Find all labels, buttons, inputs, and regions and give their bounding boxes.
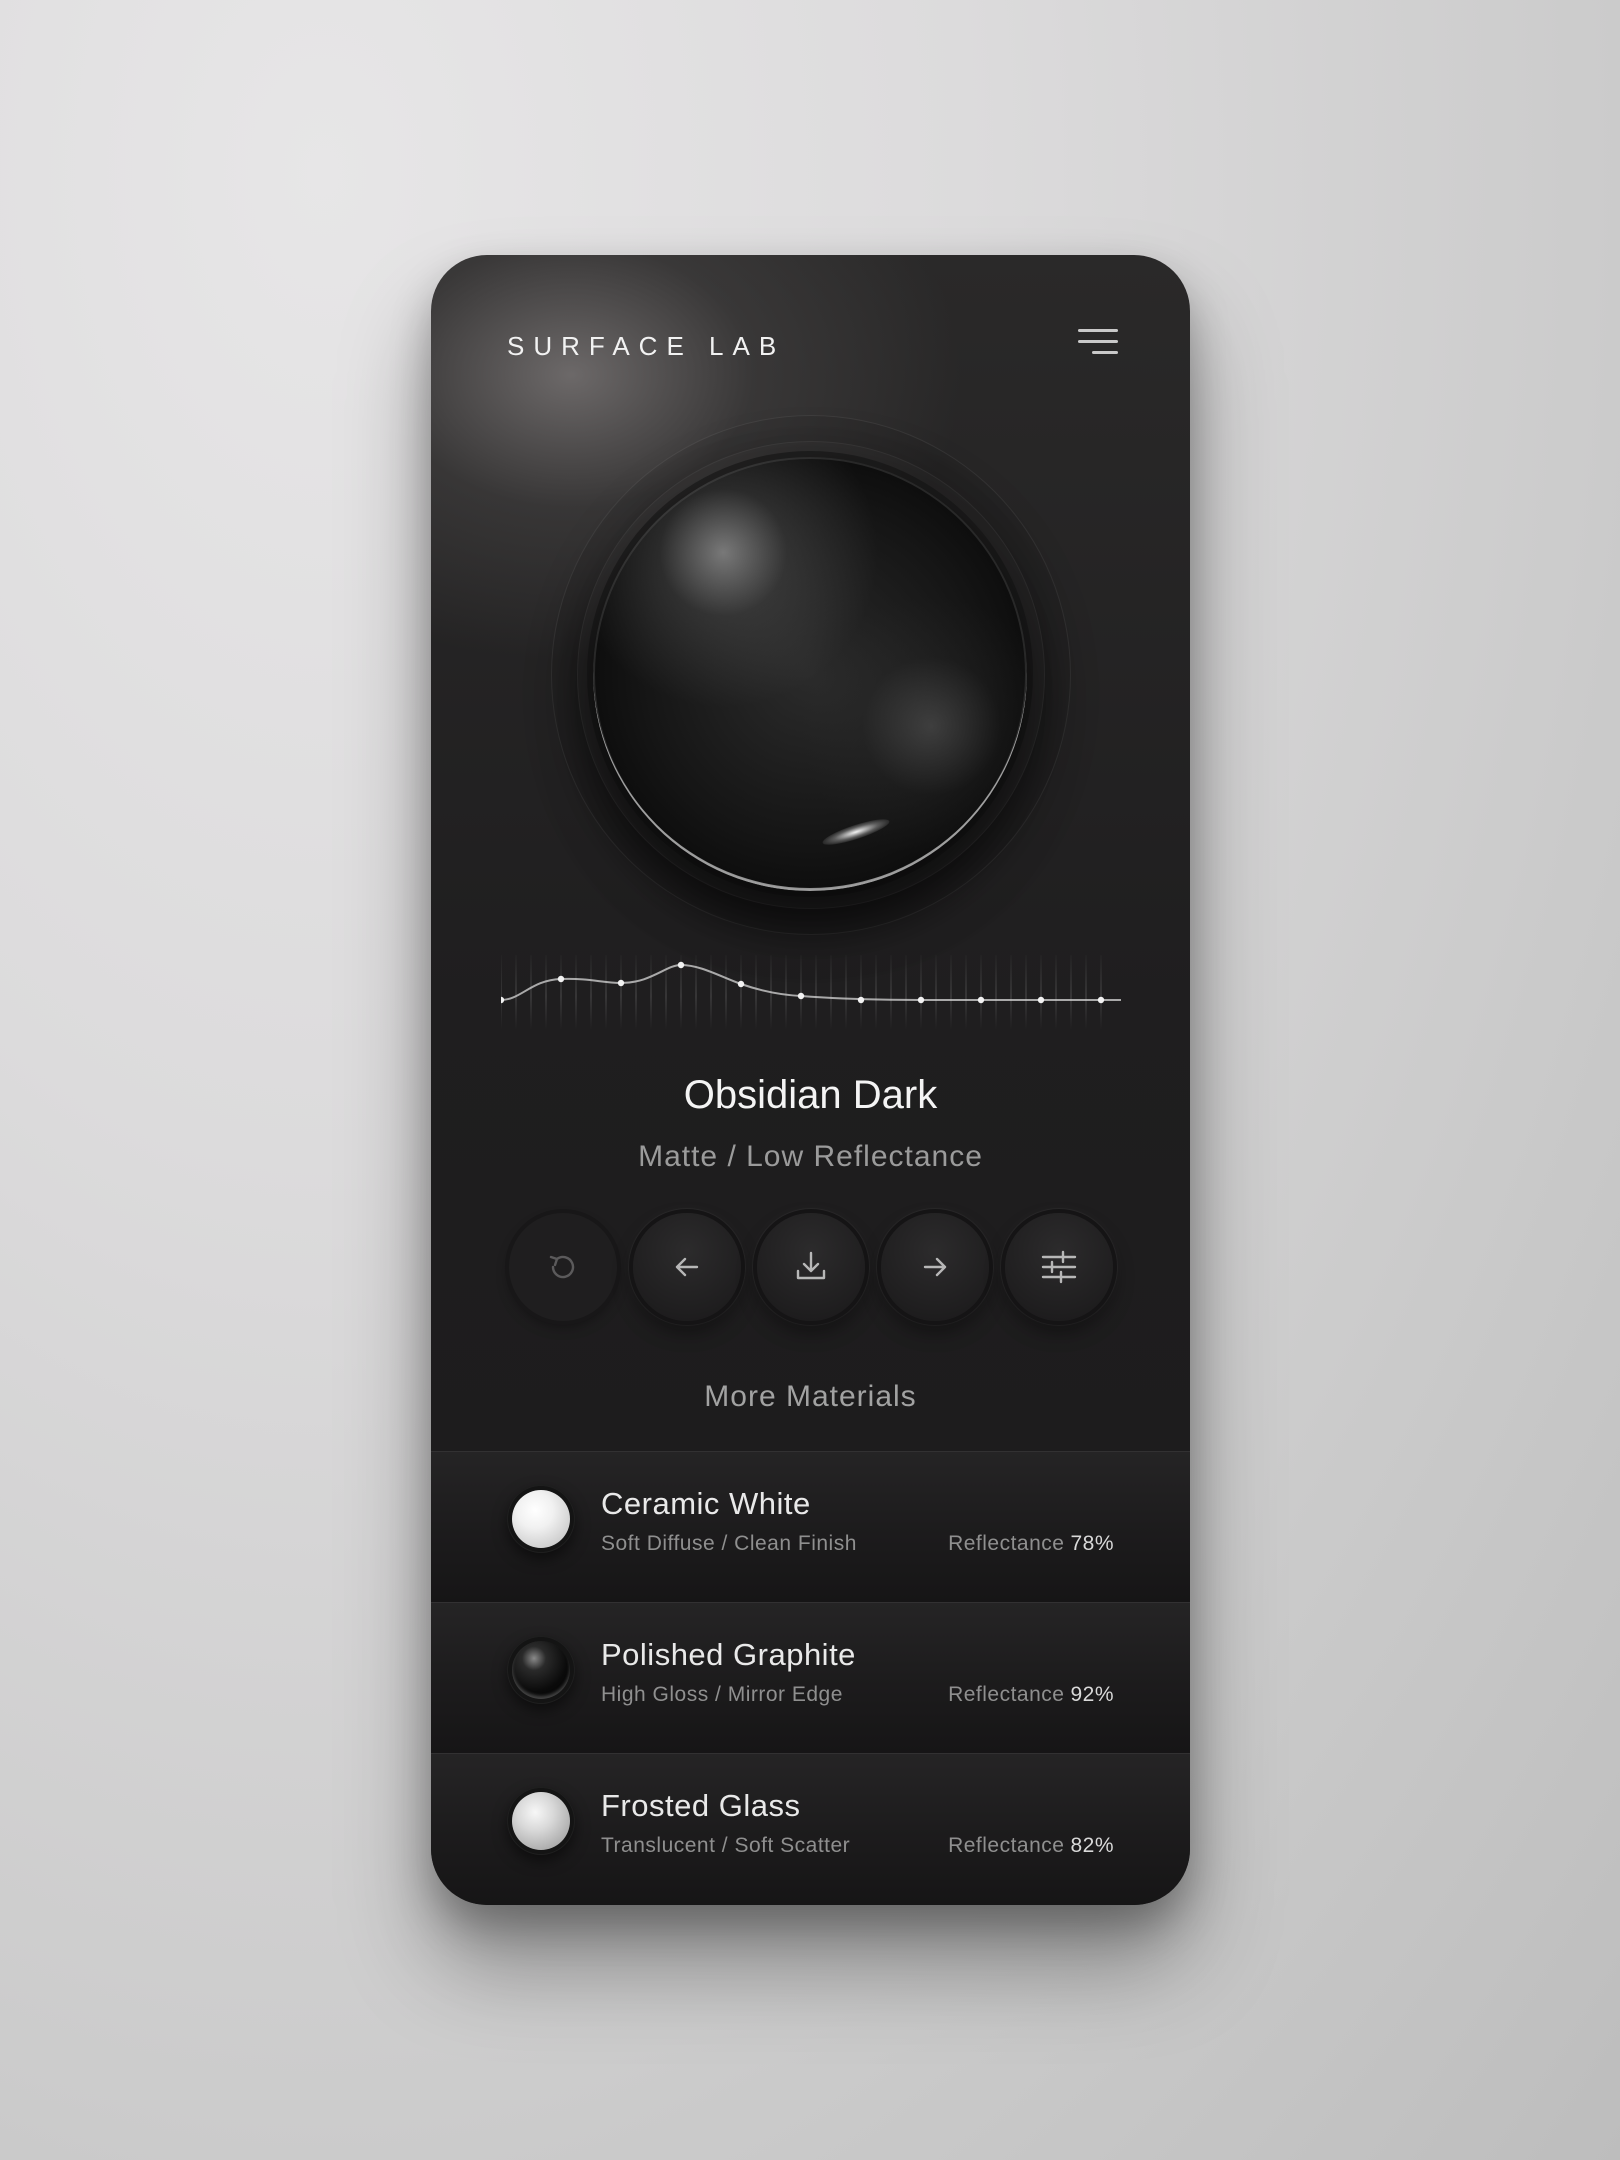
curve-bar xyxy=(545,955,547,1030)
curve-bar xyxy=(920,955,922,1030)
curve-bar xyxy=(995,955,997,1030)
curve-bar xyxy=(620,955,622,1030)
curve-bar xyxy=(965,955,967,1030)
curve-bar xyxy=(950,955,952,1030)
curve-bar xyxy=(800,955,802,1030)
material-item-name: Ceramic White xyxy=(601,1486,811,1521)
curve-bar xyxy=(725,955,727,1030)
download-button[interactable] xyxy=(757,1213,865,1321)
material-list-item[interactable]: Frosted Glass Translucent / Soft Scatter… xyxy=(431,1753,1190,1905)
curve-bar xyxy=(501,955,502,1030)
curve-bar xyxy=(1025,955,1027,1030)
material-subtitle: Matte / Low Reflectance xyxy=(638,1140,983,1173)
curve-bar xyxy=(875,955,877,1030)
app-brand: SURFACE LAB xyxy=(507,331,786,361)
reflectance-label: Reflectance xyxy=(948,1532,1065,1555)
curve-bar xyxy=(830,955,832,1030)
curve-bar xyxy=(845,955,847,1030)
curve-bar xyxy=(605,955,607,1030)
curve-bar xyxy=(1040,955,1042,1030)
reflectance-curve xyxy=(501,955,1121,1030)
curve-bar xyxy=(1055,955,1057,1030)
arrow-left-icon xyxy=(675,1257,699,1277)
material-item-reflectance: Reflectance 92% xyxy=(948,1683,1114,1707)
material-swatch xyxy=(507,1485,575,1553)
curve-bar xyxy=(1085,955,1087,1030)
curve-bar xyxy=(860,955,862,1030)
curve-bar xyxy=(1070,955,1072,1030)
material-preview xyxy=(551,415,1071,935)
curve-bar xyxy=(980,955,982,1030)
adjust-button[interactable] xyxy=(1005,1213,1113,1321)
curve-bar xyxy=(650,955,652,1030)
material-item-name: Frosted Glass xyxy=(601,1788,801,1823)
curve-bar xyxy=(740,955,742,1030)
sliders-icon xyxy=(1041,1250,1077,1284)
material-swatch xyxy=(507,1787,575,1855)
app-card: SURFACE LAB Obsidian Dark Matte / Low Re… xyxy=(431,255,1190,1905)
material-list-item[interactable]: Polished Graphite High Gloss / Mirror Ed… xyxy=(431,1602,1190,1754)
material-item-reflectance: Reflectance 78% xyxy=(948,1532,1114,1556)
reflectance-value: 82% xyxy=(1070,1834,1114,1857)
next-button[interactable] xyxy=(881,1213,989,1321)
material-item-subtitle: High Gloss / Mirror Edge xyxy=(601,1683,843,1706)
hamburger-menu-icon[interactable] xyxy=(1078,327,1118,359)
reset-icon xyxy=(549,1255,575,1279)
curve-bar xyxy=(1010,955,1012,1030)
material-item-reflectance: Reflectance 82% xyxy=(948,1834,1114,1858)
curve-bar xyxy=(635,955,637,1030)
curve-bar xyxy=(755,955,757,1030)
arrow-right-icon xyxy=(923,1257,947,1277)
previous-button[interactable] xyxy=(633,1213,741,1321)
material-sphere xyxy=(593,457,1027,891)
reflectance-value: 78% xyxy=(1070,1532,1114,1555)
curve-bar xyxy=(890,955,892,1030)
curve-bar xyxy=(785,955,787,1030)
reflectance-value: 92% xyxy=(1070,1683,1114,1706)
curve-bar xyxy=(905,955,907,1030)
curve-bar xyxy=(935,955,937,1030)
material-item-name: Polished Graphite xyxy=(601,1637,856,1672)
material-list-item[interactable]: Ceramic White Soft Diffuse / Clean Finis… xyxy=(431,1451,1190,1603)
curve-bar xyxy=(560,955,562,1030)
reset-button[interactable] xyxy=(509,1213,617,1321)
curve-bar xyxy=(530,955,532,1030)
curve-bar xyxy=(710,955,712,1030)
curve-bar xyxy=(1100,955,1102,1030)
curve-bar xyxy=(815,955,817,1030)
material-title: Obsidian Dark xyxy=(683,1073,938,1117)
curve-bar xyxy=(515,955,517,1030)
download-icon xyxy=(796,1251,826,1280)
curve-bar xyxy=(665,955,667,1030)
material-item-subtitle: Translucent / Soft Scatter xyxy=(601,1834,851,1857)
material-item-subtitle: Soft Diffuse / Clean Finish xyxy=(601,1532,857,1555)
curve-bar xyxy=(590,955,592,1030)
material-swatch xyxy=(507,1636,575,1704)
reflectance-label: Reflectance xyxy=(948,1834,1065,1857)
curve-bar xyxy=(575,955,577,1030)
reflectance-label: Reflectance xyxy=(948,1683,1065,1706)
more-materials-heading: More Materials xyxy=(704,1380,917,1413)
